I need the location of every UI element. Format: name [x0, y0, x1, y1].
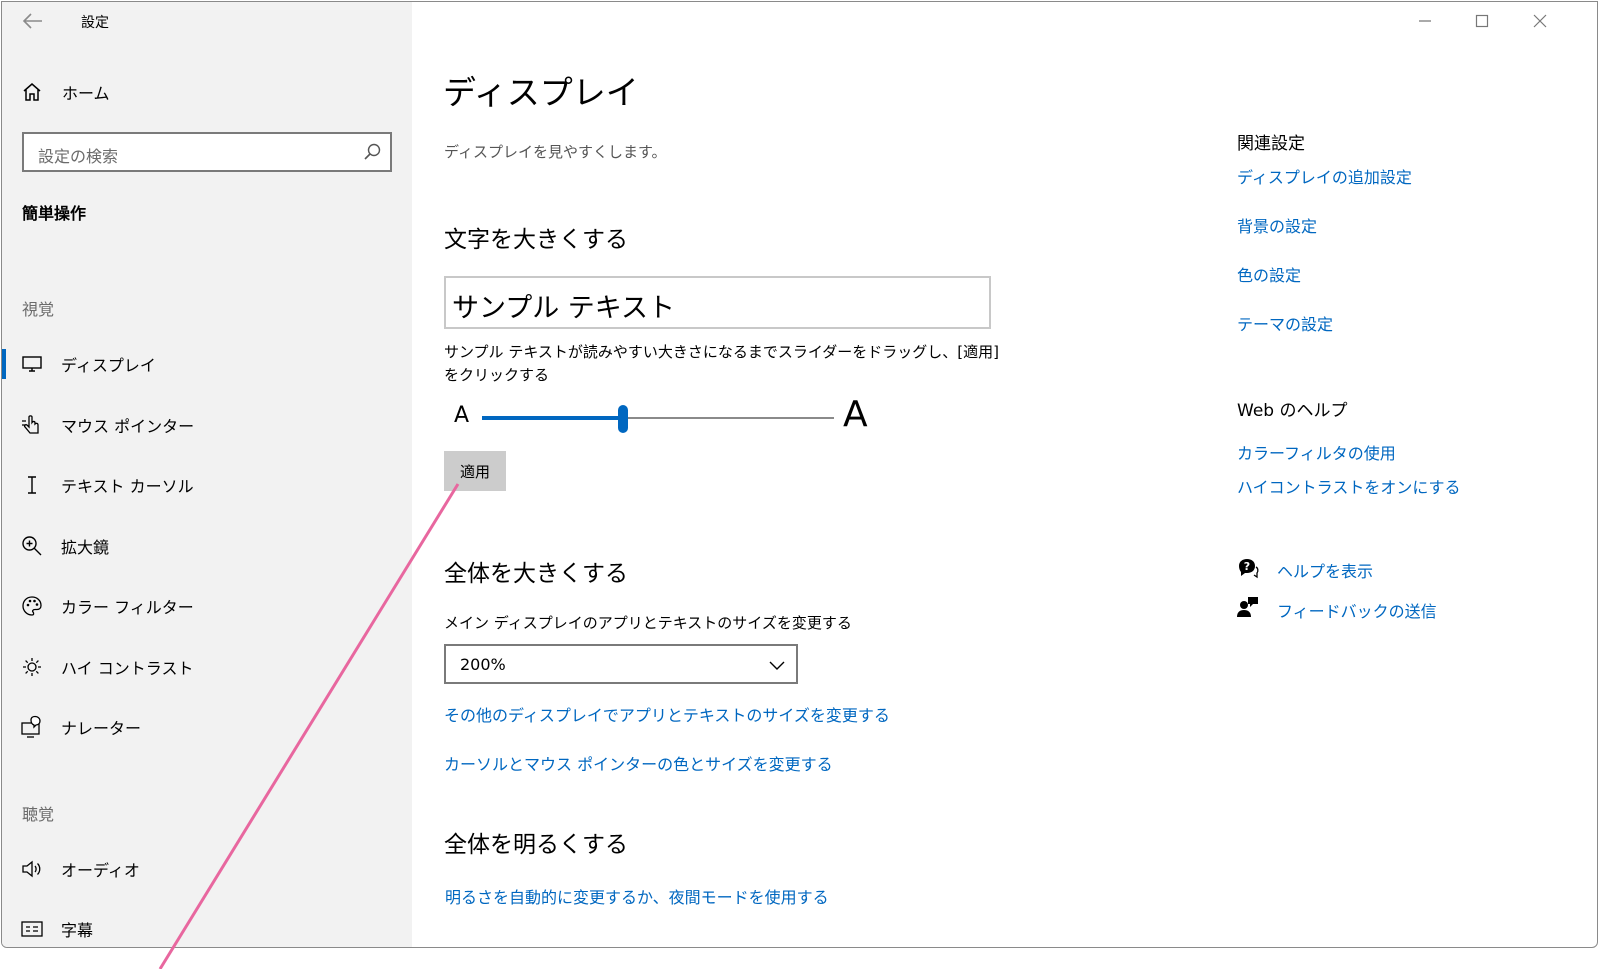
- slider-max-label: A: [843, 394, 868, 435]
- back-arrow-icon[interactable]: [20, 10, 46, 32]
- sample-text-box: サンプル テキスト: [444, 276, 991, 329]
- narrator-icon: [20, 715, 44, 739]
- feedback-icon: [1237, 597, 1258, 617]
- page-title: ディスプレイ: [443, 73, 639, 112]
- scale-heading: 全体を大きくする: [444, 561, 628, 587]
- web-link-high-contrast[interactable]: ハイコントラストをオンにする: [1237, 474, 1461, 498]
- search-input[interactable]: 設定の検索: [22, 132, 392, 172]
- sidebar-item-label: 拡大鏡: [61, 538, 110, 557]
- sidebar-item-label: テキスト カーソル: [61, 477, 194, 496]
- speaker-icon: [20, 857, 44, 881]
- sidebar-item-label: ディスプレイ: [61, 356, 156, 375]
- caption-icon: [20, 917, 44, 941]
- related-link-additional-display[interactable]: ディスプレイの追加設定: [1237, 164, 1412, 188]
- section-label-vision: 視覚: [22, 300, 55, 319]
- sidebar-item-label: 字幕: [61, 921, 94, 940]
- sidebar-item-magnifier[interactable]: 拡大鏡: [2, 524, 412, 568]
- sidebar-item-home[interactable]: ホーム: [2, 70, 412, 114]
- auto-brightness-link[interactable]: 明るさを自動的に変更するか、夜間モードを使用する: [445, 884, 829, 908]
- search-placeholder: 設定の検索: [38, 147, 119, 166]
- chevron-down-icon: [769, 661, 785, 670]
- text-size-slider-thumb[interactable]: [617, 405, 628, 433]
- sidebar-item-text-cursor[interactable]: テキスト カーソル: [2, 463, 412, 507]
- web-help-heading: Web のヘルプ: [1237, 401, 1348, 421]
- text-size-heading: 文字を大きくする: [444, 227, 628, 253]
- monitor-icon: [20, 352, 44, 376]
- mouse-pointer-icon: [20, 413, 44, 437]
- sidebar-item-label: マウス ポインター: [61, 417, 195, 436]
- scale-field-label: メイン ディスプレイのアプリとテキストのサイズを変更する: [444, 614, 852, 632]
- text-cursor-icon: [20, 473, 44, 497]
- related-link-background[interactable]: 背景の設定: [1237, 213, 1317, 237]
- sidebar-item-mouse-pointer[interactable]: マウス ポインター: [2, 403, 412, 447]
- scale-dropdown[interactable]: 200%: [444, 644, 798, 684]
- magnifier-icon: [20, 534, 44, 558]
- svg-text:?: ?: [1244, 560, 1250, 573]
- sidebar-item-display[interactable]: ディスプレイ: [2, 342, 412, 386]
- sidebar-item-color-filter[interactable]: カラー フィルター: [2, 584, 412, 628]
- sidebar-item-narrator[interactable]: ナレーター: [2, 705, 412, 749]
- text-size-slider-fill: [482, 416, 623, 420]
- main-content: ディスプレイ ディスプレイを見やすくします。 文字を大きくする サンプル テキス…: [412, 2, 1597, 947]
- slider-description: サンプル テキストが読みやすい大きさになるまでスライダーをドラッグし、[適用] …: [444, 343, 999, 384]
- sidebar-item-label: オーディオ: [61, 861, 140, 880]
- slider-min-label: A: [454, 403, 470, 428]
- search-icon[interactable]: [362, 142, 382, 162]
- section-label-hearing: 聴覚: [22, 805, 55, 824]
- settings-window: 設定 ホーム 設定の検索 簡単操作 視覚 ディスプレイ マウス ポインター テキ…: [1, 1, 1598, 948]
- sidebar-item-label: カラー フィルター: [61, 598, 194, 617]
- sidebar-item-audio[interactable]: オーディオ: [2, 847, 412, 891]
- related-link-themes[interactable]: テーマの設定: [1237, 311, 1333, 335]
- help-chat-icon: ?: [1239, 559, 1259, 579]
- home-icon: [20, 80, 44, 104]
- related-settings-heading: 関連設定: [1237, 134, 1305, 154]
- page-subtitle: ディスプレイを見やすくします。: [444, 143, 667, 161]
- cursor-pointer-link[interactable]: カーソルとマウス ポインターの色とサイズを変更する: [444, 751, 833, 775]
- other-displays-link[interactable]: その他のディスプレイでアプリとテキストのサイズを変更する: [444, 702, 890, 726]
- sample-text: サンプル テキスト: [452, 293, 675, 324]
- category-title: 簡単操作: [22, 204, 87, 223]
- window-title: 設定: [81, 15, 109, 31]
- sidebar-item-label: ハイ コントラスト: [61, 659, 194, 678]
- scale-dropdown-value: 200%: [460, 655, 506, 674]
- send-feedback-link[interactable]: フィードバックの送信: [1277, 598, 1437, 622]
- brightness-heading: 全体を明るくする: [444, 832, 628, 858]
- web-link-color-filter[interactable]: カラーフィルタの使用: [1237, 440, 1396, 464]
- sidebar: 設定 ホーム 設定の検索 簡単操作 視覚 ディスプレイ マウス ポインター テキ…: [2, 2, 412, 947]
- palette-icon: [20, 594, 44, 618]
- sidebar-item-label: ナレーター: [61, 719, 142, 738]
- sidebar-item-label: ホーム: [62, 84, 110, 103]
- related-link-colors[interactable]: 色の設定: [1237, 262, 1301, 286]
- get-help-link[interactable]: ヘルプを表示: [1277, 558, 1373, 582]
- apply-button[interactable]: 適用: [444, 451, 506, 491]
- sidebar-item-high-contrast[interactable]: ハイ コントラスト: [2, 645, 412, 689]
- sidebar-item-captions[interactable]: 字幕: [2, 907, 412, 947]
- sun-icon: [20, 655, 44, 679]
